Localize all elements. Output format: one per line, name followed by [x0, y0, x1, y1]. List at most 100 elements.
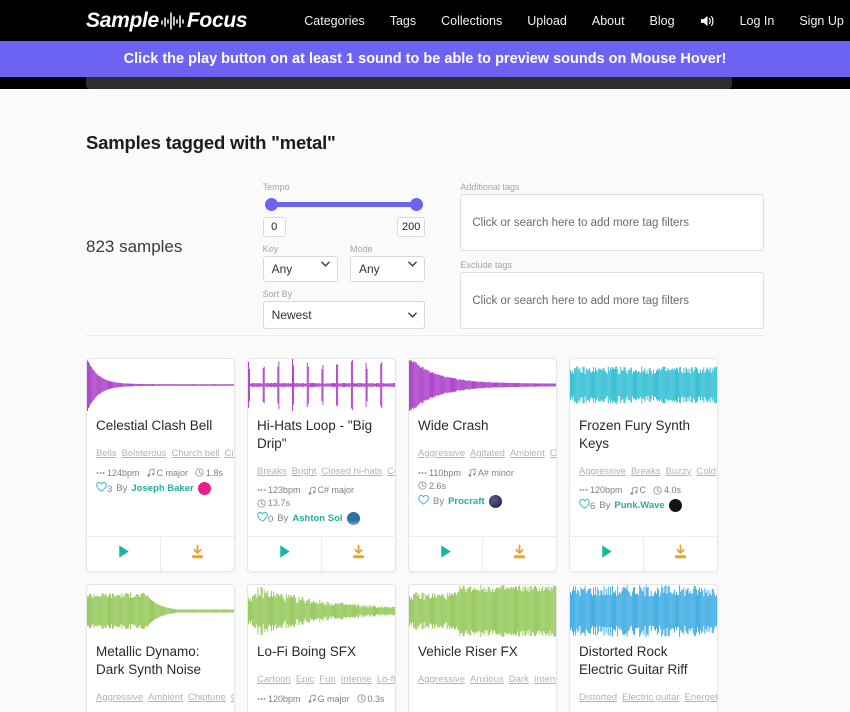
sample-tag[interactable]: Bells [96, 448, 117, 459]
sample-waveform[interactable] [248, 359, 395, 411]
like-button[interactable] [418, 495, 429, 508]
sample-title[interactable]: Frozen Fury Synth Keys [579, 417, 708, 453]
nav-item-categories[interactable]: Categories [304, 14, 364, 28]
slider-handle-min[interactable] [265, 198, 278, 211]
sample-author[interactable]: Procraft [448, 496, 484, 507]
key-select[interactable]: Any [263, 256, 338, 282]
tempo-range-slider[interactable] [263, 194, 426, 216]
sample-waveform[interactable] [409, 585, 556, 637]
nav-item-login[interactable]: Log In [740, 14, 775, 28]
sample-tag[interactable]: Cold [696, 466, 716, 477]
sample-tag[interactable]: Distorted [579, 692, 617, 703]
sample-tag[interactable]: Intense [534, 674, 556, 685]
sample-tag[interactable]: Crashes [550, 448, 556, 459]
sample-title[interactable]: Celestial Clash Bell [96, 417, 225, 435]
sample-tag[interactable]: Breaks [631, 466, 661, 477]
slider-handle-max[interactable] [410, 198, 423, 211]
sort-select[interactable]: Newest [263, 301, 426, 329]
sample-waveform[interactable] [570, 585, 717, 637]
tempo-max-input[interactable]: 200 [397, 217, 425, 237]
sample-card-footer [409, 536, 556, 571]
download-button[interactable] [482, 537, 556, 571]
sample-card[interactable]: Hi-Hats Loop - "Big Drip" Breaks Bright Cl… [247, 358, 396, 572]
speaker-icon[interactable] [700, 14, 715, 28]
sample-tag[interactable]: Dark [509, 674, 529, 685]
download-button[interactable] [643, 537, 717, 571]
nav-item-collections[interactable]: Collections [441, 14, 502, 28]
sample-title[interactable]: Wide Crash [418, 417, 547, 435]
sample-card[interactable]: Lo-Fi Boing SFX Cartoon Epic Fun Intense Lo-… [247, 584, 396, 712]
mode-select[interactable]: Any [350, 256, 425, 282]
sample-tag[interactable]: Ambient [510, 448, 545, 459]
additional-tags-block: Additional tags Click or search here to … [460, 182, 764, 251]
sample-title[interactable]: Lo-Fi Boing SFX [257, 643, 386, 661]
nav-item-tags[interactable]: Tags [390, 14, 416, 28]
sample-tag[interactable]: Ambient [148, 692, 183, 703]
sample-tag[interactable]: Chiptune [188, 692, 226, 703]
sample-tag[interactable]: Energetic [685, 692, 717, 703]
sample-waveform[interactable] [570, 359, 717, 411]
sample-tag[interactable]: Boisterous [122, 448, 167, 459]
play-button[interactable] [87, 537, 160, 571]
sample-title[interactable]: Hi-Hats Loop - "Big Drip" [257, 417, 386, 453]
sample-tag[interactable]: Aggressive [96, 692, 143, 703]
sample-tag[interactable]: Cinematic [225, 448, 234, 459]
sample-tag[interactable]: Aggressive [418, 448, 465, 459]
page-root: Sample Focus Catego [0, 0, 850, 712]
sample-title[interactable]: Metallic Dynamo: Dark Synth Noise [96, 643, 225, 679]
sample-author[interactable]: Punk.Wave [614, 500, 664, 511]
site-logo[interactable]: Sample Focus [86, 9, 247, 33]
sample-waveform[interactable] [87, 359, 234, 411]
nav-item-signup[interactable]: Sign Up [799, 14, 843, 28]
sample-waveform[interactable] [409, 359, 556, 411]
like-button[interactable]: 6 [579, 499, 595, 512]
exclude-tags-input[interactable]: Click or search here to add more tag fil… [460, 272, 764, 329]
download-button[interactable] [160, 537, 234, 571]
sample-tag[interactable]: Cartoon [257, 674, 291, 685]
sample-card[interactable]: Metallic Dynamo: Dark Synth Noise Aggres… [86, 584, 235, 712]
nav-item-blog[interactable]: Blog [650, 14, 675, 28]
sample-card[interactable]: Vehicle Riser FX Aggressive Anxious Dark In… [408, 584, 557, 712]
sample-card[interactable]: Distorted Rock Electric Guitar Riff Dist… [569, 584, 718, 712]
sample-card[interactable]: Wide Crash Aggressive Agitated Ambient Cras… [408, 358, 557, 572]
download-button[interactable] [321, 537, 395, 571]
play-button[interactable] [570, 537, 643, 571]
play-button[interactable] [409, 537, 482, 571]
sample-meta: 110bpmA# minor2.6s [418, 468, 547, 491]
nav-item-upload[interactable]: Upload [527, 14, 567, 28]
sample-author[interactable]: Ashton Sol [292, 513, 342, 524]
sample-tag[interactable]: Aggressive [418, 674, 465, 685]
play-button[interactable] [248, 537, 321, 571]
sample-tag[interactable]: Church bell [171, 448, 219, 459]
avatar[interactable] [347, 512, 360, 525]
avatar[interactable] [669, 499, 682, 512]
sample-card[interactable]: Frozen Fury Synth Keys Aggressive Breaks B… [569, 358, 718, 572]
sample-title[interactable]: Distorted Rock Electric Guitar Riff [579, 643, 708, 679]
sample-tag[interactable]: Cold [387, 466, 395, 477]
like-button[interactable]: 0 [257, 512, 273, 525]
sample-author[interactable]: Joseph Baker [131, 483, 193, 494]
sample-tag[interactable]: Intense [341, 674, 372, 685]
sample-tag[interactable]: Agitated [470, 448, 505, 459]
sample-tag[interactable]: Epic [296, 674, 314, 685]
sample-card[interactable]: Celestial Clash Bell Bells Boisterous Chur… [86, 358, 235, 572]
sample-tag[interactable]: Electric guitar [622, 692, 680, 703]
sample-title[interactable]: Vehicle Riser FX [418, 643, 547, 661]
sample-tag[interactable]: Fun [319, 674, 335, 685]
sample-tag[interactable]: Aggressive [579, 466, 626, 477]
sample-tag[interactable]: Compressed [231, 692, 234, 703]
sample-tag[interactable]: Bright [292, 466, 317, 477]
like-button[interactable]: 3 [96, 482, 112, 495]
sample-waveform[interactable] [248, 585, 395, 637]
sample-tag[interactable]: Anxious [470, 674, 504, 685]
nav-item-about[interactable]: About [592, 14, 625, 28]
avatar[interactable] [489, 495, 502, 508]
sample-tag[interactable]: Buzzy [666, 466, 692, 477]
sample-tag[interactable]: Breaks [257, 466, 287, 477]
additional-tags-input[interactable]: Click or search here to add more tag fil… [460, 194, 764, 251]
sample-waveform[interactable] [87, 585, 234, 637]
sample-tag[interactable]: Closed hi-hats [321, 466, 382, 477]
tempo-min-input[interactable]: 0 [263, 217, 286, 237]
sample-tag[interactable]: Lo-fi [377, 674, 395, 685]
avatar[interactable] [198, 482, 211, 495]
